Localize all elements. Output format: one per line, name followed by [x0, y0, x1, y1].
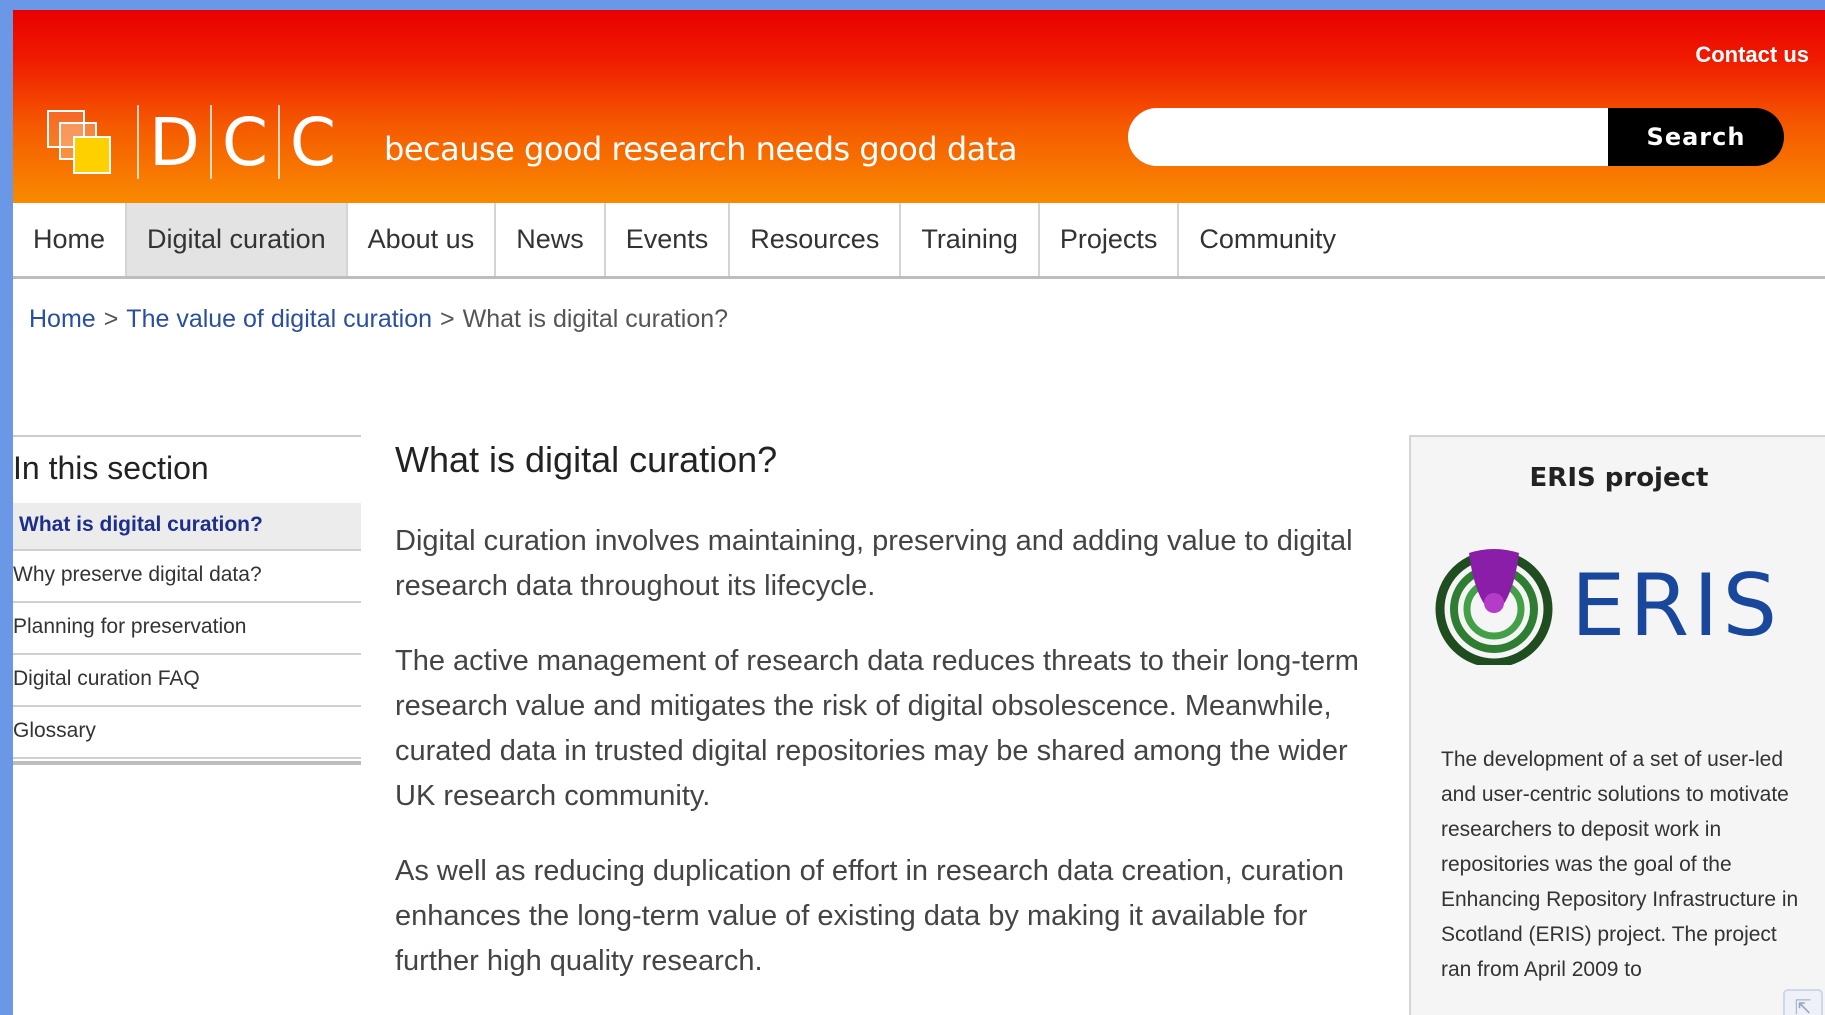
dcc-logo[interactable]: D C C — [43, 92, 336, 192]
search-bar: Search — [1128, 108, 1810, 166]
breadcrumb-home-link[interactable]: Home — [29, 305, 96, 333]
search-button[interactable]: Search — [1608, 108, 1784, 166]
paragraph: Digital curation involves maintaining, p… — [395, 525, 1353, 602]
eris-logo-text: ERIS — [1571, 556, 1782, 656]
sidebar-item-faq[interactable]: Digital curation FAQ — [13, 655, 361, 707]
breadcrumb-parent-link[interactable]: The value of digital curation — [126, 305, 432, 333]
logo-divider — [277, 105, 280, 179]
nav-item-training[interactable]: Training — [901, 203, 1040, 276]
eris-project-box: ERIS project ERIS The development of a s… — [1409, 435, 1825, 1015]
page: Contact us D C C because good research n… — [13, 10, 1825, 1015]
page-title: What is digital curation? — [395, 439, 778, 480]
nav-item-digital-curation[interactable]: Digital curation — [127, 203, 348, 276]
breadcrumb-separator: > — [103, 305, 119, 333]
sidebar-bottom-rule — [13, 761, 361, 765]
site-tagline: because good research needs good data — [384, 130, 1017, 168]
logo-divider — [209, 105, 212, 179]
paragraph: As well as reducing duplication of effor… — [395, 855, 1344, 977]
logo-letter-c1: C — [221, 103, 268, 181]
logo-divider — [137, 105, 139, 179]
sidebar-title: In this section — [13, 450, 209, 486]
eris-logo-icon — [1435, 549, 1553, 665]
contact-us-link[interactable]: Contact us — [1695, 42, 1809, 68]
main-nav: Home Digital curation About us News Even… — [13, 203, 1825, 279]
eris-box-title: ERIS project — [1529, 463, 1709, 493]
nav-item-resources[interactable]: Resources — [730, 203, 902, 276]
site-header: Contact us D C C because good research n… — [13, 10, 1825, 203]
nav-item-events[interactable]: Events — [606, 203, 731, 276]
logo-letter-c2: C — [289, 103, 337, 181]
sidebar-item-planning[interactable]: Planning for preservation — [13, 603, 361, 655]
nav-item-projects[interactable]: Projects — [1040, 203, 1180, 276]
nav-item-home[interactable]: Home — [13, 203, 128, 276]
section-sidebar: In this section What is digital curation… — [13, 435, 361, 765]
sidebar-item-what-is-digital-curation[interactable]: What is digital curation? — [13, 503, 361, 551]
sidebar-item-glossary[interactable]: Glossary — [13, 707, 361, 759]
nav-item-community[interactable]: Community — [1179, 203, 1356, 276]
nav-item-news[interactable]: News — [496, 203, 606, 276]
nav-item-about-us[interactable]: About us — [348, 203, 497, 276]
breadcrumb-current: What is digital curation? — [462, 305, 729, 333]
share-icon[interactable]: ⇱ — [1783, 989, 1823, 1015]
dcc-logo-icon — [43, 106, 115, 178]
paragraph: The active management of research data r… — [395, 645, 1359, 812]
breadcrumb-separator: > — [440, 305, 455, 333]
main-content: What is digital curation? Digital curati… — [395, 435, 1375, 984]
eris-description: The development of a set of user-led and… — [1441, 748, 1799, 981]
breadcrumb: Home > The value of digital curation > What … — [29, 305, 728, 334]
sidebar-item-why-preserve[interactable]: Why preserve digital data? — [13, 551, 361, 603]
dcc-logo-letters: D C C — [127, 104, 336, 181]
search-input[interactable] — [1128, 108, 1608, 166]
logo-letter-d: D — [149, 103, 200, 181]
eris-logo[interactable]: ERIS — [1435, 547, 1781, 665]
